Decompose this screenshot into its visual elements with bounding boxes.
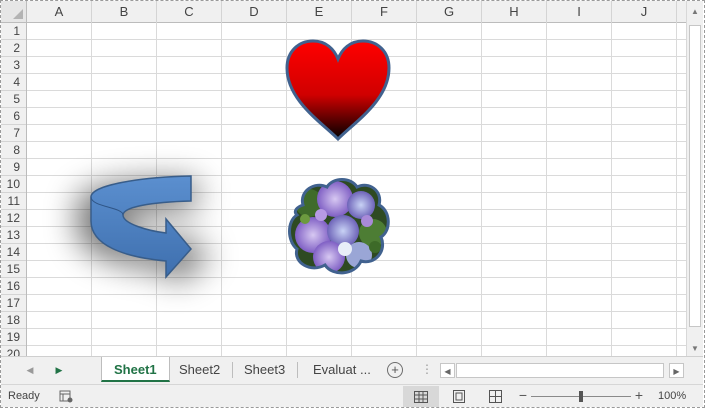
zoom-in-icon[interactable]: +	[633, 387, 645, 403]
status-ready: Ready	[8, 390, 40, 402]
row-header[interactable]: 3	[1, 57, 26, 74]
column-header[interactable]: G	[417, 1, 482, 23]
column-header[interactable]: B	[92, 1, 157, 23]
tab-evaluation[interactable]: Evaluat ...	[301, 357, 383, 382]
row-header[interactable]: 7	[1, 125, 26, 142]
status-bar: Ready − + 100%	[1, 384, 703, 407]
row-header[interactable]: 12	[1, 210, 26, 227]
select-all-button[interactable]	[1, 1, 27, 23]
column-header[interactable]: H	[482, 1, 547, 23]
scroll-tabs-right-icon[interactable]: ▶	[52, 363, 66, 377]
horizontal-scrollbar[interactable]	[456, 363, 664, 378]
tab-sheet1[interactable]: Sheet1	[101, 357, 170, 382]
add-sheet-icon[interactable]: +	[387, 362, 403, 378]
row-header[interactable]: 13	[1, 227, 26, 244]
scroll-up-icon[interactable]: ▲	[687, 4, 703, 20]
heart-shape[interactable]	[283, 38, 393, 142]
column-headers: ABCDEFGHIJ	[27, 1, 686, 23]
column-header[interactable]: J	[612, 1, 677, 23]
row-header[interactable]: 5	[1, 91, 26, 108]
vertical-scroll-thumb[interactable]	[689, 25, 701, 327]
scroll-tabs-left-icon[interactable]: ◀	[23, 363, 37, 377]
row-header[interactable]: 1	[1, 23, 26, 40]
column-header[interactable]: E	[287, 1, 352, 23]
row-header[interactable]: 9	[1, 159, 26, 176]
macro-record-icon[interactable]	[59, 390, 73, 403]
vertical-scrollbar[interactable]: ▲ ▼	[686, 1, 703, 356]
row-header[interactable]: 2	[1, 40, 26, 57]
column-header[interactable]: I	[547, 1, 612, 23]
tab-sheet2[interactable]: Sheet2	[167, 357, 232, 382]
tab-split-handle-icon[interactable]: ⋮	[421, 362, 433, 376]
scroll-down-icon[interactable]: ▼	[687, 341, 703, 357]
row-header[interactable]: 14	[1, 244, 26, 261]
worksheet-grid: ABCDEFGHIJ 1 2 3 4 5 6 7 8 9 10 11 12 13 14 15 16 17 18 19…	[1, 1, 686, 356]
row-header[interactable]: 15	[1, 261, 26, 278]
normal-view-button[interactable]	[403, 386, 439, 407]
zoom-slider-thumb[interactable]	[579, 391, 583, 402]
scroll-left-icon[interactable]: ◀	[440, 363, 455, 378]
page-break-view-button[interactable]	[477, 386, 513, 407]
flower-picture[interactable]	[285, 175, 391, 279]
row-header[interactable]: 19	[1, 329, 26, 346]
row-header[interactable]: 20	[1, 346, 26, 356]
tab-sheet3[interactable]: Sheet3	[232, 357, 297, 382]
column-header[interactable]: F	[352, 1, 417, 23]
zoom-level[interactable]: 100%	[658, 390, 686, 402]
zoom-out-icon[interactable]: −	[517, 387, 529, 403]
tab-separator	[297, 362, 298, 378]
page-layout-icon	[453, 390, 465, 403]
row-headers: 1 2 3 4 5 6 7 8 9 10 11 12 13 14 15 16 17 18 19 20	[1, 23, 27, 356]
row-header[interactable]: 8	[1, 142, 26, 159]
row-header[interactable]: 6	[1, 108, 26, 125]
grid-icon	[414, 390, 428, 403]
row-header[interactable]: 4	[1, 74, 26, 91]
row-header[interactable]: 17	[1, 295, 26, 312]
scroll-right-icon[interactable]: ▶	[669, 363, 684, 378]
page-break-icon	[488, 390, 502, 403]
curved-arrow-shape[interactable]	[41, 141, 241, 321]
column-header[interactable]: D	[222, 1, 287, 23]
column-header[interactable]: A	[27, 1, 92, 23]
row-header[interactable]: 10	[1, 176, 26, 193]
row-header[interactable]: 18	[1, 312, 26, 329]
sheet-tab-bar: ◀ ▶ Sheet1 Sheet2 Sheet3 Evaluat ... + ⋮…	[1, 356, 703, 384]
page-layout-view-button[interactable]	[441, 386, 477, 407]
column-header[interactable]: C	[157, 1, 222, 23]
row-header[interactable]: 16	[1, 278, 26, 295]
row-header[interactable]: 11	[1, 193, 26, 210]
